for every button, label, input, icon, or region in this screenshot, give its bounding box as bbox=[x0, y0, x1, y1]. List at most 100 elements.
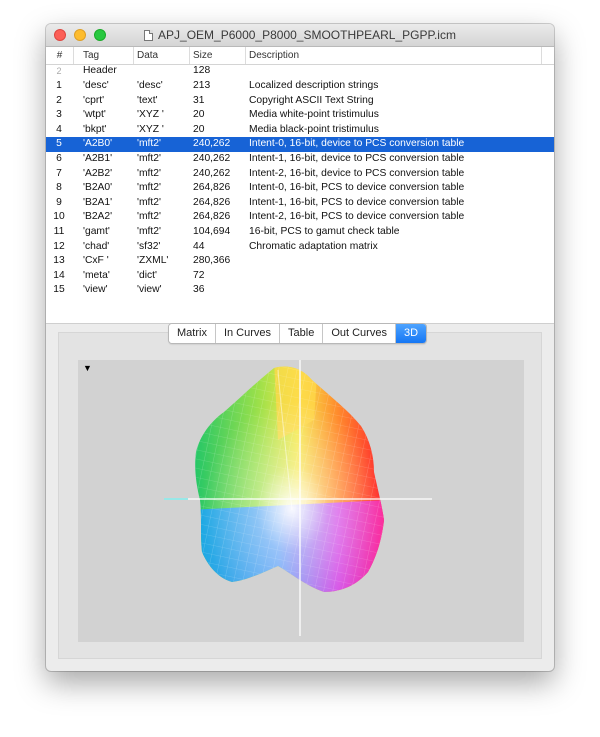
cell-tag: 'bkpt' bbox=[83, 123, 107, 135]
tag-table[interactable]: # Tag Data Size Description 2 Header 128… bbox=[46, 47, 554, 323]
cell-size: 264,826 bbox=[193, 182, 231, 194]
tab-in-curves[interactable]: In Curves bbox=[215, 324, 281, 343]
table-row[interactable]: 1 'desc' 'desc' 213 Localized description st… bbox=[46, 79, 554, 94]
cell-data: 'desc' bbox=[137, 80, 163, 91]
cell-num: 7 bbox=[56, 167, 62, 179]
column-header-size[interactable]: Size bbox=[190, 47, 246, 64]
table-row[interactable]: 8 'B2A0' 'mft2' 264,826 Intent-0, 16-bit, PC… bbox=[46, 181, 554, 196]
cell-description: Localized description strings bbox=[249, 80, 379, 91]
cell-tag: 'wtpt' bbox=[83, 109, 106, 121]
column-header-tag[interactable]: Tag bbox=[80, 47, 134, 64]
table-body: 1'desc''desc' 213 Localized description st… bbox=[46, 79, 554, 298]
cell-num: 14 bbox=[53, 269, 65, 281]
cell-data: 'mft2' bbox=[137, 138, 161, 150]
view-segmented-control[interactable]: Matrix In Curves Table Out Curves 3D bbox=[168, 323, 428, 344]
window-title: APJ_OEM_P6000_P8000_SMOOTHPEARL_PGPP.icm bbox=[158, 28, 456, 42]
column-header-description[interactable]: Description bbox=[246, 47, 542, 64]
table-row[interactable]: 7 'A2B2' 'mft2' 240,262 Intent-2, 16-bit, de… bbox=[46, 167, 554, 182]
cell-size: 128 bbox=[193, 65, 211, 76]
cell-description: Intent-0, 16-bit, device to PCS conversi… bbox=[249, 138, 465, 150]
cell-size: 240,262 bbox=[193, 138, 231, 150]
cell-num: 13 bbox=[53, 255, 65, 267]
cell-tag: Header bbox=[83, 65, 117, 76]
cell-data: 'mft2' bbox=[137, 211, 161, 223]
table-row[interactable]: 6 'A2B1' 'mft2' 240,262 Intent-1, 16-bit, de… bbox=[46, 152, 554, 167]
cell-data: 'mft2' bbox=[137, 196, 161, 208]
cell-tag: 'desc' bbox=[83, 80, 109, 91]
table-row[interactable]: 14 'meta' 'dict' 72 bbox=[46, 269, 554, 284]
tab-3d[interactable]: 3D bbox=[395, 324, 427, 343]
cell-num: 2 bbox=[56, 94, 62, 106]
document-icon[interactable] bbox=[144, 29, 154, 41]
cell-tag: 'B2A1' bbox=[83, 196, 113, 208]
cell-description: Intent-0, 16-bit, PCS to device conversi… bbox=[249, 182, 465, 194]
cell-data: 'text' bbox=[137, 94, 158, 106]
cell-num: 11 bbox=[53, 225, 65, 237]
table-row[interactable]: 10 'B2A2' 'mft2' 264,826 Intent-2, 16-bit, P… bbox=[46, 210, 554, 225]
cell-data: 'dict' bbox=[137, 269, 157, 281]
cell-data: 'ZXML' bbox=[137, 255, 169, 267]
cell-description: Intent-1, 16-bit, device to PCS conversi… bbox=[249, 152, 465, 164]
cell-data: 'XYZ ' bbox=[137, 109, 164, 121]
title-bar[interactable]: APJ_OEM_P6000_P8000_SMOOTHPEARL_PGPP.icm bbox=[46, 24, 554, 47]
cell-num: 1 bbox=[56, 80, 62, 91]
cell-description: Media white-point tristimulus bbox=[249, 109, 379, 121]
cell-description: Intent-1, 16-bit, PCS to device conversi… bbox=[249, 196, 465, 208]
cell-num: 8 bbox=[56, 182, 62, 194]
cell-tag: 'chad' bbox=[83, 240, 110, 252]
cell-tag: 'A2B2' bbox=[83, 167, 113, 179]
column-header-data[interactable]: Data bbox=[134, 47, 190, 64]
cell-num: 3 bbox=[56, 109, 62, 121]
cell-tag: 'gamt' bbox=[83, 225, 110, 237]
table-row[interactable]: 3 'wtpt' 'XYZ ' 20 Media white-point tristim… bbox=[46, 108, 554, 123]
cell-description: Media black-point tristimulus bbox=[249, 123, 379, 135]
tab-out-curves[interactable]: Out Curves bbox=[323, 324, 396, 343]
cell-description: Intent-2, 16-bit, PCS to device conversi… bbox=[249, 211, 465, 223]
cell-size: 72 bbox=[193, 269, 205, 281]
cell-size: 240,262 bbox=[193, 152, 231, 164]
cell-data: 'view' bbox=[137, 284, 162, 296]
cell-size: 264,826 bbox=[193, 211, 231, 223]
tab-table[interactable]: Table bbox=[280, 324, 324, 343]
cell-data: 'XYZ ' bbox=[137, 123, 164, 135]
cell-size: 36 bbox=[193, 284, 205, 296]
cell-tag: 'A2B0' bbox=[83, 138, 113, 150]
cell-tag: 'meta' bbox=[83, 269, 110, 281]
cell-tag: 'B2A0' bbox=[83, 182, 113, 194]
table-row[interactable]: 2 'cprt' 'text' 31 Copyright ASCII Text Stri… bbox=[46, 94, 554, 109]
cell-size: 20 bbox=[193, 123, 205, 135]
gamut-solid-graphic bbox=[164, 360, 432, 636]
table-header: # Tag Data Size Description bbox=[46, 47, 554, 65]
cell-num: 2 bbox=[56, 66, 62, 76]
cell-tag: 'view' bbox=[83, 284, 108, 296]
cell-data: 'mft2' bbox=[137, 225, 161, 237]
gamut-3d-view[interactable]: ▼ bbox=[78, 360, 524, 642]
cell-num: 5 bbox=[56, 138, 62, 150]
cell-description: Chromatic adaptation matrix bbox=[249, 240, 378, 252]
cell-description: Copyright ASCII Text String bbox=[249, 94, 374, 106]
tab-matrix[interactable]: Matrix bbox=[169, 324, 216, 343]
table-row-header[interactable]: 2 Header 128 bbox=[46, 64, 554, 79]
cell-num: 4 bbox=[56, 123, 62, 135]
profile-window: APJ_OEM_P6000_P8000_SMOOTHPEARL_PGPP.icm… bbox=[46, 24, 554, 671]
cell-tag: 'CxF ' bbox=[83, 255, 109, 267]
table-row[interactable]: 5 'A2B0' 'mft2' 240,262 Intent-0, 16-bit, de… bbox=[46, 137, 554, 152]
cell-num: 9 bbox=[56, 196, 62, 208]
cell-tag: 'cprt' bbox=[83, 94, 105, 106]
table-row[interactable]: 15 'view' 'view' 36 bbox=[46, 283, 554, 298]
cell-description: 16-bit, PCS to gamut check table bbox=[249, 225, 400, 237]
cell-data: 'mft2' bbox=[137, 152, 161, 164]
table-row[interactable]: 4 'bkpt' 'XYZ ' 20 Media black-point tristim… bbox=[46, 123, 554, 138]
table-row[interactable]: 11 'gamt' 'mft2' 104,694 16-bit, PCS to gamu… bbox=[46, 225, 554, 240]
table-row[interactable]: 13 'CxF ' 'ZXML' 280,366 bbox=[46, 254, 554, 269]
table-row[interactable]: 9 'B2A1' 'mft2' 264,826 Intent-1, 16-bit, PC… bbox=[46, 196, 554, 211]
cell-size: 20 bbox=[193, 109, 205, 121]
cell-size: 213 bbox=[193, 80, 211, 91]
cell-tag: 'A2B1' bbox=[83, 152, 113, 164]
cell-num: 6 bbox=[56, 152, 62, 164]
cell-size: 280,366 bbox=[193, 255, 231, 267]
cell-size: 264,826 bbox=[193, 196, 231, 208]
column-header-num[interactable]: # bbox=[46, 47, 74, 64]
table-row[interactable]: 12 'chad' 'sf32' 44 Chromatic adaptation mat… bbox=[46, 240, 554, 255]
cell-num: 10 bbox=[53, 211, 65, 223]
